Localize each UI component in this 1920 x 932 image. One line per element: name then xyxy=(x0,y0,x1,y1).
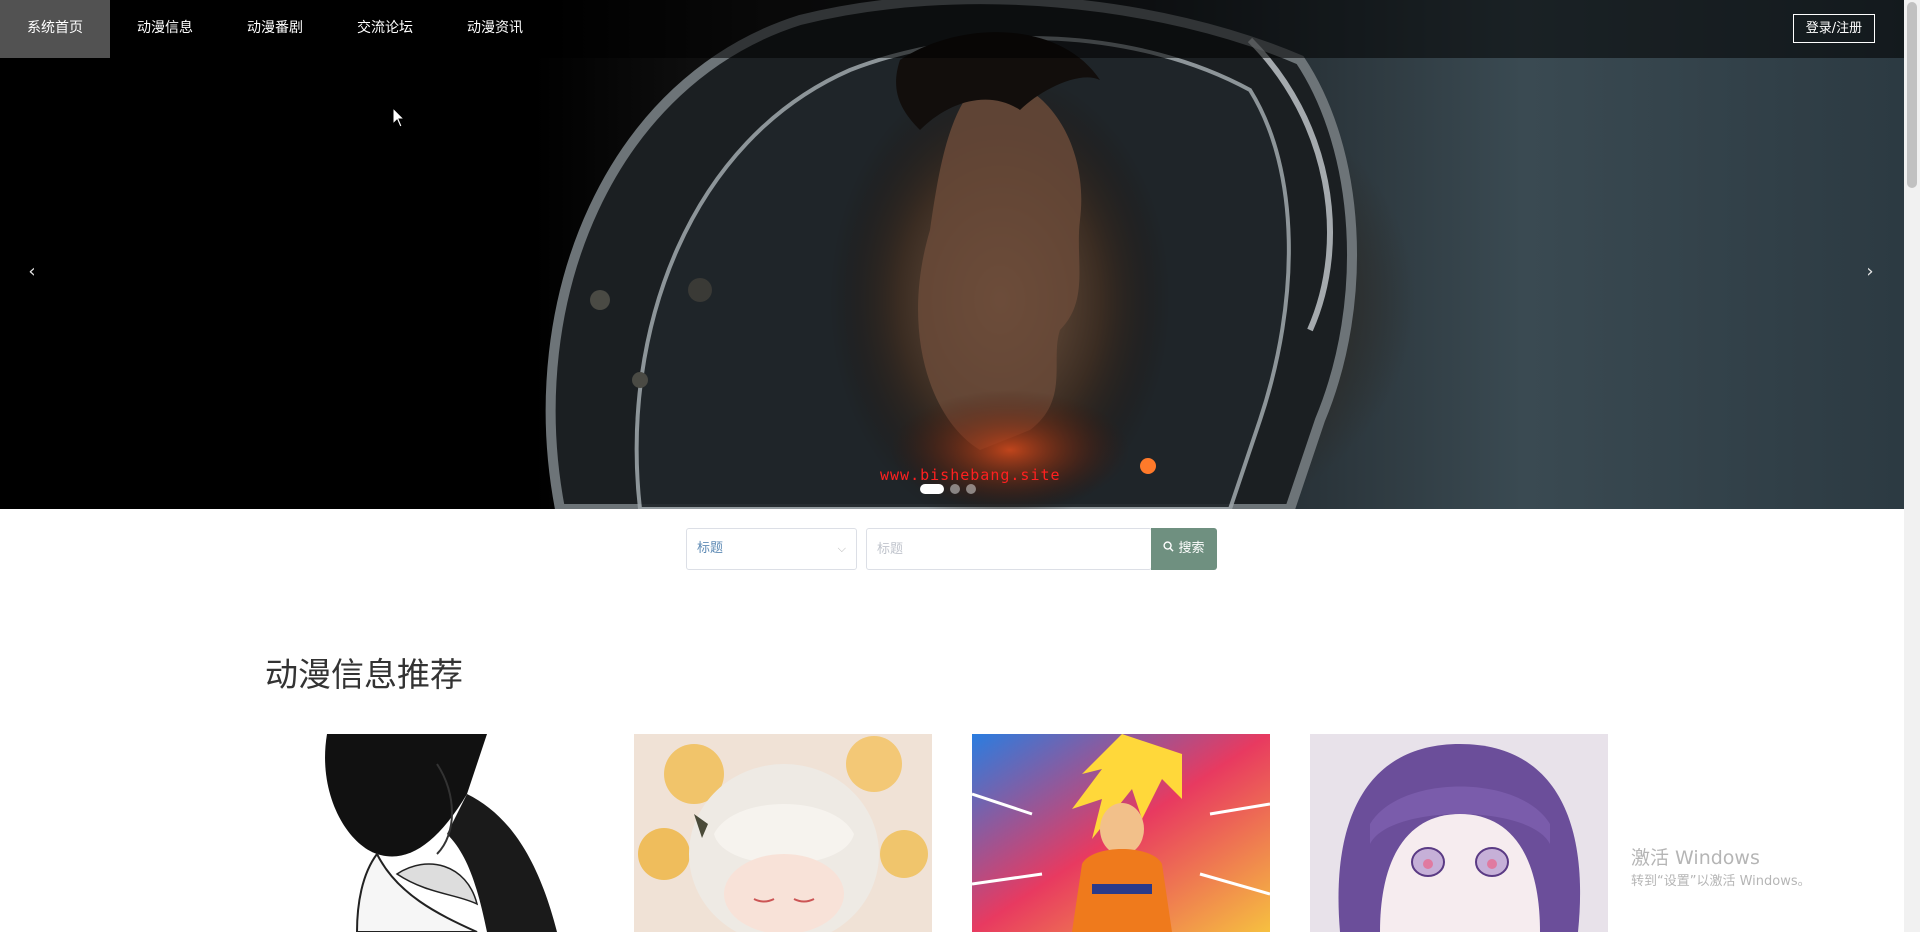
carousel-indicator-2[interactable] xyxy=(950,484,960,494)
search-field-select[interactable]: 标题 ⌵ xyxy=(686,528,857,570)
chevron-left-icon: ‹ xyxy=(28,261,36,282)
login-register-button[interactable]: 登录/注册 xyxy=(1793,14,1875,43)
anime-card-image xyxy=(1310,734,1608,932)
anime-card-image xyxy=(317,734,615,932)
nav-item-anime-info[interactable]: 动漫信息 xyxy=(110,0,220,58)
nav-item-anime-news[interactable]: 动漫资讯 xyxy=(440,0,550,58)
windows-activation-title: 激活 Windows xyxy=(1631,847,1760,869)
top-nav: 系统首页 动漫信息 动漫番剧 交流论坛 动漫资讯 登录/注册 xyxy=(0,0,1904,58)
anime-card-image xyxy=(972,734,1270,932)
scrollbar-thumb[interactable] xyxy=(1907,2,1917,188)
anime-card-image xyxy=(634,734,932,932)
anime-card-2[interactable] xyxy=(634,734,932,932)
carousel-next-button[interactable]: › xyxy=(1860,262,1880,282)
search-button[interactable]: 搜索 xyxy=(1151,528,1217,570)
search-button-label: 搜索 xyxy=(1178,541,1205,556)
carousel-prev-button[interactable]: ‹ xyxy=(22,262,42,282)
carousel-indicators xyxy=(920,484,976,494)
page: ‹ › www.bishebang.site 系统首页 动漫信息 动漫番剧 交流… xyxy=(0,0,1920,932)
windows-activation-subtitle: 转到“设置”以激活 Windows。 xyxy=(1631,874,1811,889)
hero-banner-image xyxy=(545,0,1357,509)
anime-card-4[interactable] xyxy=(1310,734,1608,932)
search-input[interactable] xyxy=(866,528,1152,570)
site-watermark-text: www.bishebang.site xyxy=(880,466,1061,484)
nav-item-forum[interactable]: 交流论坛 xyxy=(330,0,440,58)
anime-card-1[interactable] xyxy=(317,734,615,932)
anime-card-3[interactable] xyxy=(972,734,1270,932)
chevron-down-icon: ⌵ xyxy=(837,542,846,555)
page-scrollbar[interactable] xyxy=(1904,0,1920,932)
mouse-cursor-icon xyxy=(392,107,406,128)
search-icon xyxy=(1163,528,1175,570)
nav-item-anime-series[interactable]: 动漫番剧 xyxy=(220,0,330,58)
chevron-right-icon: › xyxy=(1866,261,1874,282)
nav-item-home[interactable]: 系统首页 xyxy=(0,0,110,58)
carousel-indicator-1[interactable] xyxy=(920,484,944,494)
hero-carousel[interactable]: ‹ › www.bishebang.site xyxy=(0,0,1904,509)
carousel-indicator-3[interactable] xyxy=(966,484,976,494)
section-title: 动漫信息推荐 xyxy=(265,655,463,694)
search-field-select-value: 标题 xyxy=(697,541,724,556)
